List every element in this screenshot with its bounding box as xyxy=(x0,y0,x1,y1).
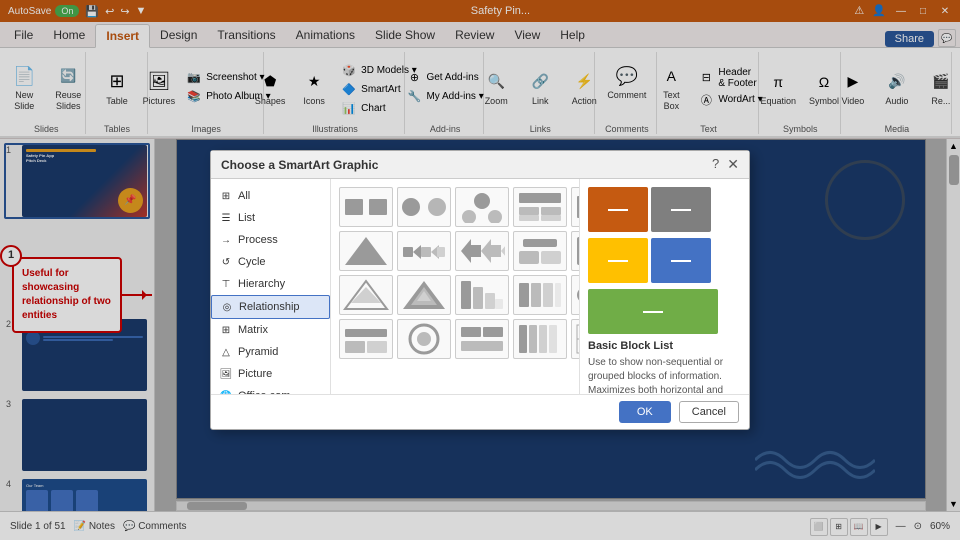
dialog-close-button[interactable]: ✕ xyxy=(727,156,739,173)
preview-name: Basic Block List xyxy=(588,340,741,352)
dialog-title: Choose a SmartArt Graphic xyxy=(221,158,378,172)
preview-shape-3 xyxy=(588,238,648,283)
process-icon: → xyxy=(219,233,233,247)
smartart-item-3[interactable] xyxy=(455,187,509,227)
dialog-body: ⊞ All ☰ List → Process ↺ Cycle ⊤ Hiera xyxy=(211,179,749,394)
category-pyramid[interactable]: △ Pyramid xyxy=(211,341,330,363)
category-all[interactable]: ⊞ All xyxy=(211,185,330,207)
smartart-dialog: Choose a SmartArt Graphic ? ✕ ⊞ All ☰ Li… xyxy=(210,150,750,430)
smartart-item-21[interactable] xyxy=(455,319,509,359)
dialog-title-bar: Choose a SmartArt Graphic ? ✕ xyxy=(211,151,749,179)
smartart-item-5[interactable] xyxy=(571,187,579,227)
dialog-help-icon[interactable]: ? xyxy=(712,156,719,173)
dialog-controls: ? ✕ xyxy=(712,156,739,173)
dialog-sidebar: ⊞ All ☰ List → Process ↺ Cycle ⊤ Hiera xyxy=(211,179,331,394)
hierarchy-icon: ⊤ xyxy=(219,277,233,291)
smartart-item-4[interactable] xyxy=(513,187,567,227)
dialog-preview: Basic Block List Use to show non-sequent… xyxy=(579,179,749,394)
preview-shape-2 xyxy=(651,187,711,232)
preview-shapes xyxy=(588,187,741,334)
smartart-item-23[interactable] xyxy=(571,319,579,359)
ok-button[interactable]: OK xyxy=(619,401,671,423)
preview-shape-4 xyxy=(651,238,711,283)
category-matrix[interactable]: ⊞ Matrix xyxy=(211,319,330,341)
smartart-item-22[interactable] xyxy=(513,319,567,359)
dialog-overlay: Choose a SmartArt Graphic ? ✕ ⊞ All ☰ Li… xyxy=(0,0,960,540)
category-process[interactable]: → Process xyxy=(211,229,330,251)
list-icon: ☰ xyxy=(219,211,233,225)
category-relationship[interactable]: ◎ Relationship xyxy=(211,295,330,319)
relationship-icon: ◎ xyxy=(220,300,234,314)
category-cycle[interactable]: ↺ Cycle xyxy=(211,251,330,273)
smartart-item-16[interactable] xyxy=(513,275,567,315)
smartart-item-10[interactable] xyxy=(513,231,567,271)
pyramid-icon: △ xyxy=(219,345,233,359)
smartart-item-14[interactable] xyxy=(397,275,451,315)
smartart-item-20[interactable] xyxy=(397,319,451,359)
cancel-button[interactable]: Cancel xyxy=(679,401,739,423)
smartart-item-8[interactable] xyxy=(397,231,451,271)
category-picture[interactable]: 🖼 Picture xyxy=(211,363,330,385)
smartart-item-1[interactable] xyxy=(339,187,393,227)
smartart-item-9[interactable] xyxy=(455,231,509,271)
preview-shape-1 xyxy=(588,187,648,232)
smartart-item-15[interactable] xyxy=(455,275,509,315)
smartart-item-2[interactable] xyxy=(397,187,451,227)
dialog-footer: OK Cancel xyxy=(211,394,749,429)
category-list[interactable]: ☰ List xyxy=(211,207,330,229)
preview-description: Use to show non-sequential or grouped bl… xyxy=(588,356,741,394)
smartart-item-13[interactable] xyxy=(339,275,393,315)
picture-icon: 🖼 xyxy=(219,367,233,381)
category-hierarchy[interactable]: ⊤ Hierarchy xyxy=(211,273,330,295)
smartart-item-11[interactable] xyxy=(571,231,579,271)
smartart-item-17[interactable] xyxy=(571,275,579,315)
category-officecom[interactable]: 🌐 Office.com xyxy=(211,385,330,394)
smartart-item-19[interactable] xyxy=(339,319,393,359)
cycle-icon: ↺ xyxy=(219,255,233,269)
all-icon: ⊞ xyxy=(219,189,233,203)
dialog-grid xyxy=(331,179,579,394)
smartart-item-7[interactable] xyxy=(339,231,393,271)
matrix-icon: ⊞ xyxy=(219,323,233,337)
preview-shape-5 xyxy=(588,289,718,334)
